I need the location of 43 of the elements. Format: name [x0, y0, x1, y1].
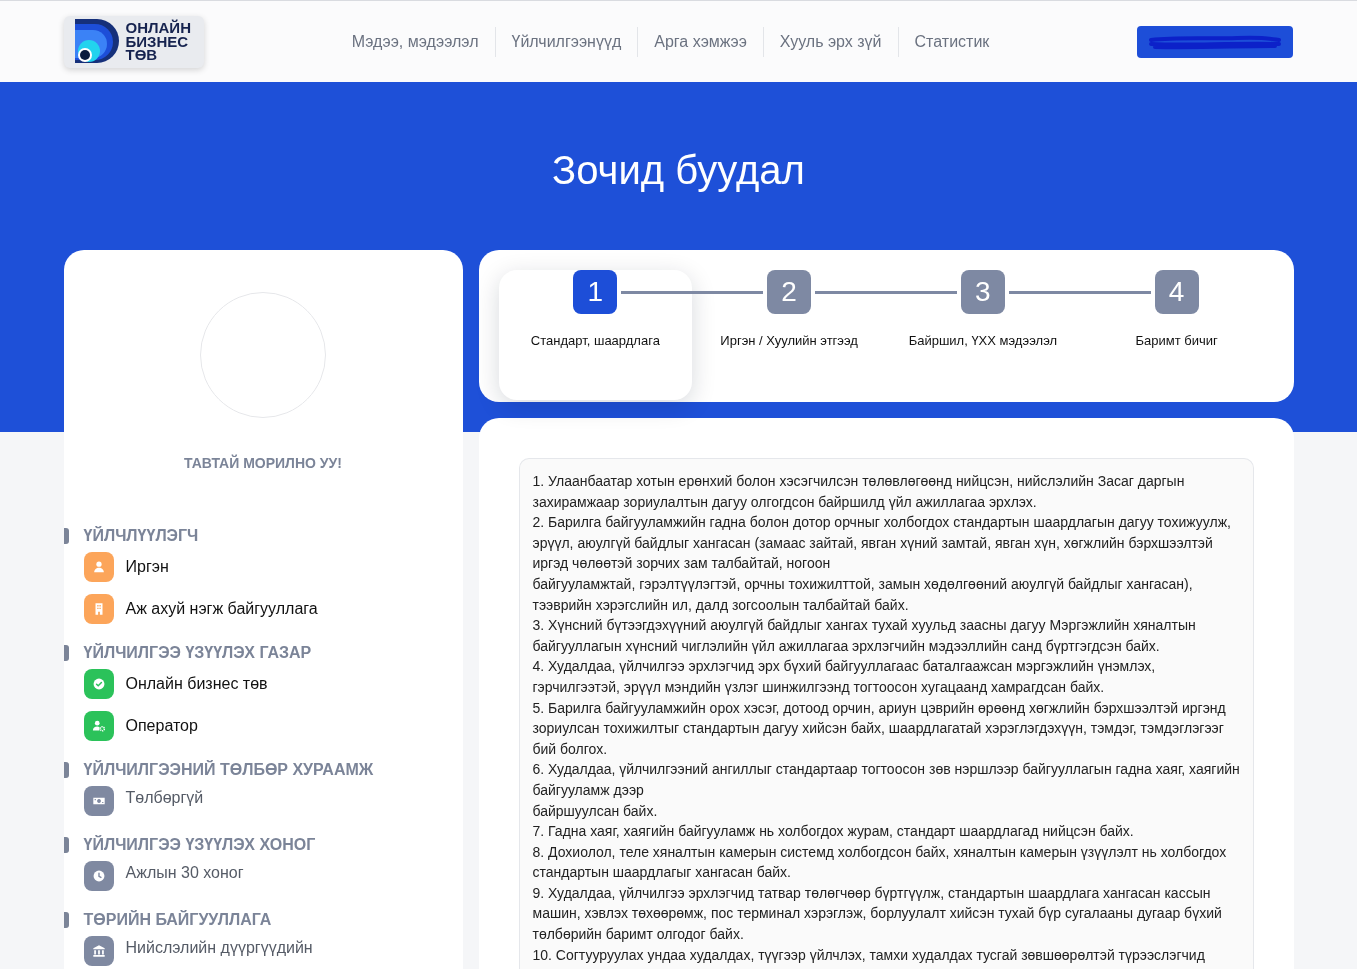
- info-item-text: Оператор: [125, 716, 198, 736]
- step-number: 3: [960, 270, 1005, 314]
- page-title: Зочид буудал: [552, 147, 805, 194]
- info-item-text: Нийслэлийн дүүргүүдийн: [125, 938, 313, 958]
- nav-link[interactable]: Үйлчилгээнүүд: [495, 26, 639, 57]
- section-marker-icon: [63, 912, 69, 928]
- logo-text: ОНЛАЙН БИЗНЕС ТӨВ: [125, 21, 191, 62]
- info-item-text: Иргэн: [125, 557, 169, 577]
- info-item-text: Ажлын 30 хоног: [125, 863, 244, 883]
- section-title: ТӨРИЙН БАЙГУУЛЛАГА: [83, 910, 272, 930]
- requirement-text: 6. Худалдаа, үйлчилгээний ангиллыг стандартаар тогтоосон зөв нэршлээр байгууллагын гадна хаяг, хаягийн байгууламж дээр байршуулсан байх.: [532, 760, 1241, 821]
- requirement-text: 4. Худалдаа, үйлчилгээ эрхлэгчид эрх бүхий байгууллагаас баталгаажсан мэргэжлийн үнэмлэх, гэрчилгээтэй, эрүүл мэндийн үзлэг шинжилгээнд тогтоосон хугацаанд хамрагдсан байх.: [532, 657, 1157, 697]
- logo-link[interactable]: ОНЛАЙН БИЗНЕС ТӨВ: [63, 15, 204, 68]
- step-number: 1: [573, 270, 618, 314]
- info-item-text: Онлайн бизнес төв: [125, 674, 268, 694]
- requirement-text: 8. Дохиолол, теле хяналтын камерын системд холбогдсон байх, хяналтын камерын үзүүлэлт нь холбогдох стандартын шаардлагыг хангасан байх.: [532, 842, 1228, 883]
- section-marker-icon: [63, 645, 69, 661]
- info-item-text: Аж ахуй нэгж байгууллага: [125, 599, 318, 619]
- section-title: ҮЙЛЧИЛГЭЭНИЙ ТӨЛБӨР ХУРААМЖ: [83, 760, 374, 780]
- nav-link[interactable]: Хууль эрх зүй: [763, 26, 899, 57]
- section-title: ҮЙЛЧЛҮҮЛЭГЧ: [83, 526, 199, 546]
- requirement-text: 2. Барилга байгууламжийн гадна болон дотор орчныг холбогдох стандартын шаардлагын дагуу тохижуулж, эрүүл, аюулгүй байдлыг хангасан (замаас зайтай, явган хүний замтай, явган хүн, хөгжлийн бэрхшээлтэй иргэд чөлөөтэй зорчих зам талбайтай, ногоон байгууламжтай, гэрэлтүүлэгтэй, орчны тохижилттой, замын хөдөлгөөний аюулгүй байдлыг хангасан), тээврийн хэрэгслийн ил, далд зогсоолын талбайтай байх.: [532, 513, 1232, 615]
- section-title: ҮЙЛЧИЛГЭЭ ҮЗҮҮЛЭХ ГАЗАР: [83, 643, 312, 663]
- account-button[interactable]: [1137, 25, 1294, 58]
- requirement-text: 5. Барилга байгууламжийн орох хэсэг, дотоод орчин, ариун цэврийн өрөөнд хөгжлийн бэрхшээлтэй иргэнд зориулсан тохижилтыг стандартын дагуу хийсэн байх, шаардлагатай хэрэглэгдэхүүн, тэмдэг, тэмдэглэгээг бий болгох.: [532, 698, 1227, 759]
- step-tab[interactable]: 1 Стандарт, шаардлага: [498, 270, 693, 400]
- section-marker-icon: [63, 528, 69, 544]
- section-title: ҮЙЛЧИЛГЭЭ ҮЗҮҮЛЭХ ХОНОГ: [83, 835, 316, 855]
- nav-link[interactable]: Мэдээ, мэдээлэл: [335, 26, 496, 57]
- requirement-text: 7. Гадна хаяг, хаягийн байгууламж нь холбогдох журам, стандарт шаардлагад нийцсэн байх.: [532, 822, 1135, 842]
- requirement-text: 3. Хүнсний бүтээгдэхүүний аюулгүй байдлыг хангах тухай хуульд заасны дагуу Мэргэжлийн хяналтын байгууллагын хүнсний чиглэлийн үйл ажиллагаа эрхлэгчийн мэдээллийн санд бүртгэгдсэн байх.: [532, 616, 1197, 656]
- welcome-text: ТАВТАЙ МОРИЛНО УУ!: [184, 455, 342, 472]
- requirement-text: 9. Худалдаа, үйлчилгээ эрхлэгчид татвар төлөгчөөр бүртгүүлж, стандартын шаардлага хангасан кассын машин, хэвлэх төхөөрөмж, пос терминал хэрэглэж, борлуулалт хийсэн тухай бүр сугалааны дугаар бүхий төлбөрийн баримт олгодог байх.: [532, 883, 1223, 945]
- requirement-text: 1. Улаанбаатар хотын ерөнхий болон хэсэгчилсэн төлөвлөгөөнд нийцсэн, нийслэлийн Засаг даргын захирамжаар зориулалтын дагуу олгогдсон байршилд үйл ажиллагаа эрхлэх.: [532, 472, 1186, 512]
- step-number: 2: [767, 270, 812, 314]
- requirement-text: 10. Согтууруулах ундаа худалдах, түүгээр үйлчлэх, тамхи худалдах тусгай зөвшөөрөлтэй түрээслэгчид: [532, 945, 1206, 965]
- nav-link[interactable]: Арга хэмжээ: [638, 26, 764, 57]
- step-number: 4: [1154, 270, 1199, 314]
- section-marker-icon: [63, 762, 69, 778]
- section-marker-icon: [63, 837, 69, 853]
- info-item-text: Төлбөргүй: [125, 788, 204, 808]
- logo-icon: [74, 18, 121, 65]
- nav-link[interactable]: Статистик: [898, 26, 1006, 57]
